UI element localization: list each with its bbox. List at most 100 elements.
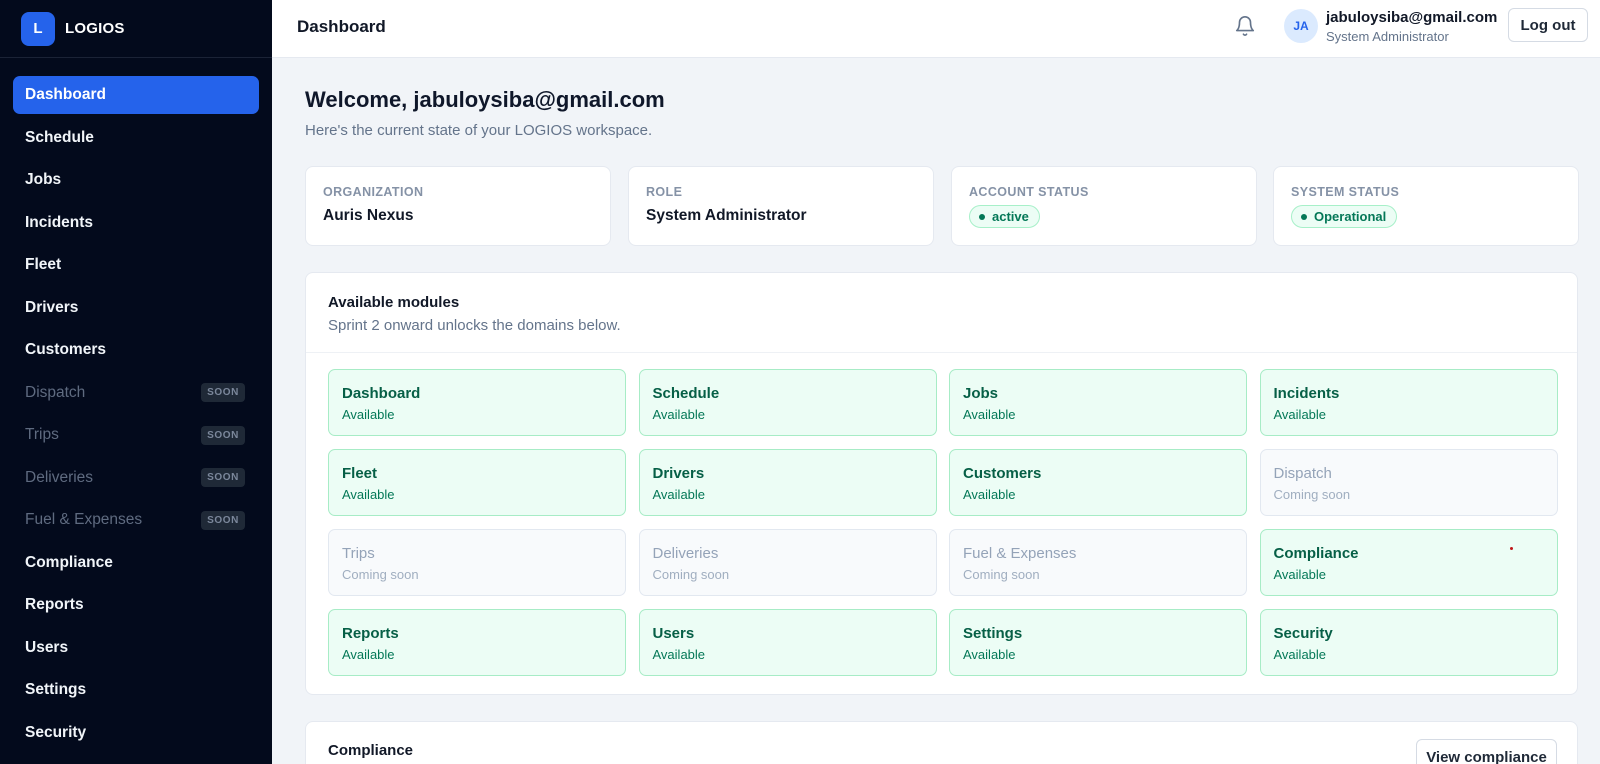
module-card-dispatch: Dispatch Coming soon xyxy=(1259,449,1558,516)
brand[interactable]: L LOGIOS xyxy=(0,0,272,58)
module-name: Deliveries xyxy=(652,545,719,562)
module-card-security[interactable]: Security Available xyxy=(1259,609,1558,676)
user-email: jabuloysiba@gmail.com xyxy=(1326,9,1498,26)
module-name: Fuel & Expenses xyxy=(963,545,1077,562)
sidebar-item-drivers[interactable]: Drivers xyxy=(13,289,259,327)
sidebar-item-label: Trips xyxy=(25,426,59,443)
sidebar: L LOGIOS Dashboard Schedule Jobs Incidents F… xyxy=(0,0,272,764)
user-role: System Administrator xyxy=(1326,29,1449,44)
status-badge: Operational xyxy=(1291,205,1398,228)
module-status: Coming soon xyxy=(1273,487,1351,502)
sidebar-item-label: Fleet xyxy=(25,256,62,273)
sidebar-item-deliveries: Deliveries SOON xyxy=(13,459,259,497)
compliance-panel-title: Compliance xyxy=(328,742,414,759)
welcome-title: Welcome, jabuloysiba@gmail.com xyxy=(305,87,665,112)
sidebar-item-incidents[interactable]: Incidents xyxy=(13,204,259,242)
sidebar-item-label: Reports xyxy=(25,596,84,613)
status-badge: active xyxy=(969,205,1040,228)
module-name: Security xyxy=(1273,625,1333,642)
compliance-panel: Compliance View compliance xyxy=(305,721,1578,764)
sidebar-item-label: Deliveries xyxy=(25,468,94,486)
module-card-jobs[interactable]: Jobs Available xyxy=(949,369,1247,436)
avatar[interactable]: JA xyxy=(1284,9,1318,43)
module-card-schedule[interactable]: Schedule Available xyxy=(638,369,937,436)
sidebar-item-label: Dispatch xyxy=(25,383,86,401)
module-status: Available xyxy=(963,647,1016,662)
module-card-customers[interactable]: Customers Available xyxy=(949,449,1247,516)
module-status: Available xyxy=(1273,407,1327,422)
sidebar-item-customers[interactable]: Customers xyxy=(13,331,259,369)
module-name: Dispatch xyxy=(1273,465,1332,482)
bell-icon[interactable] xyxy=(1234,15,1256,37)
sidebar-item-label: Dashboard xyxy=(25,86,106,103)
sidebar-item-label: Incidents xyxy=(25,213,94,231)
module-status: Available xyxy=(342,647,395,662)
welcome-subtitle: Here's the current state of your LOGIOS … xyxy=(305,122,653,139)
sidebar-item-fleet[interactable]: Fleet xyxy=(13,246,259,284)
sidebar-item-label: Fuel & Expenses xyxy=(25,511,143,528)
sidebar-item-dashboard[interactable]: Dashboard xyxy=(13,76,259,114)
sidebar-item-users[interactable]: Users xyxy=(13,629,259,667)
view-compliance-button[interactable]: View compliance xyxy=(1416,739,1557,764)
module-name: Fleet xyxy=(342,465,378,482)
sidebar-item-compliance[interactable]: Compliance xyxy=(13,544,259,582)
module-name: Settings xyxy=(963,625,1023,642)
module-status: Available xyxy=(963,487,1016,502)
module-status: Coming soon xyxy=(963,567,1040,582)
module-status: Available xyxy=(1273,647,1327,662)
module-name: Customers xyxy=(963,465,1042,482)
sidebar-item-dispatch: Dispatch SOON xyxy=(13,374,259,412)
soon-badge: SOON xyxy=(201,425,245,445)
sidebar-item-label: Settings xyxy=(25,681,87,698)
status-badge-text: active xyxy=(992,209,1029,224)
module-card-reports[interactable]: Reports Available xyxy=(328,609,626,676)
sidebar-item-jobs[interactable]: Jobs xyxy=(13,161,259,199)
modules-panel-header: Available modules Sprint 2 onward unlock… xyxy=(306,273,1577,353)
sidebar-nav: Dashboard Schedule Jobs Incidents Fleet Drive… xyxy=(13,76,259,756)
module-name: Jobs xyxy=(963,385,999,402)
stat-card-account-status: ACCOUNT STATUS active xyxy=(951,166,1257,246)
module-status: Available xyxy=(652,487,706,502)
module-status: Coming soon xyxy=(652,567,730,582)
status-dot-icon xyxy=(1301,213,1307,220)
module-status: Coming soon xyxy=(342,567,419,582)
module-name: Users xyxy=(652,625,695,642)
brand-name: LOGIOS xyxy=(65,20,125,37)
sidebar-item-label: Drivers xyxy=(25,298,79,316)
module-card-fleet[interactable]: Fleet Available xyxy=(328,449,626,516)
stat-card-organization: ORGANIZATION Auris Nexus xyxy=(305,166,611,246)
sidebar-item-fuel-expenses: Fuel & Expenses SOON xyxy=(13,501,259,539)
stat-label: ROLE xyxy=(646,185,683,199)
indicator-dot-icon xyxy=(1509,547,1513,550)
module-card-settings[interactable]: Settings Available xyxy=(949,609,1247,676)
module-status: Available xyxy=(342,487,395,502)
topbar: Dashboard JA jabuloysiba@gmail.com Syste… xyxy=(272,0,1600,58)
module-card-dashboard[interactable]: Dashboard Available xyxy=(328,369,626,436)
module-card-users[interactable]: Users Available xyxy=(638,609,937,676)
module-name: Trips xyxy=(342,545,375,562)
sidebar-item-security[interactable]: Security xyxy=(13,714,259,752)
module-card-incidents[interactable]: Incidents Available xyxy=(1259,369,1558,436)
stat-card-system-status: SYSTEM STATUS Operational xyxy=(1273,166,1579,246)
sidebar-item-reports[interactable]: Reports xyxy=(13,586,259,624)
sidebar-item-label: Customers xyxy=(25,341,106,358)
soon-badge: SOON xyxy=(201,468,245,487)
sidebar-item-schedule[interactable]: Schedule xyxy=(13,119,259,157)
logout-button[interactable]: Log out xyxy=(1508,8,1588,42)
sidebar-item-settings[interactable]: Settings xyxy=(13,671,259,709)
module-status: Available xyxy=(963,407,1016,422)
stat-label: ORGANIZATION xyxy=(323,185,424,199)
modules-panel: Available modules Sprint 2 onward unlock… xyxy=(305,272,1578,695)
module-card-compliance[interactable]: Compliance Available xyxy=(1259,529,1558,596)
module-status: Available xyxy=(652,647,706,662)
module-status: Available xyxy=(652,407,706,422)
modules-grid: Dashboard Available Schedule Available Jobs A… xyxy=(328,369,1558,676)
page-title: Dashboard xyxy=(297,17,386,36)
status-dot-icon xyxy=(979,213,985,220)
module-status: Available xyxy=(1273,567,1327,582)
sidebar-item-trips: Trips SOON xyxy=(13,416,259,454)
sidebar-item-label: Schedule xyxy=(25,128,94,146)
module-card-drivers[interactable]: Drivers Available xyxy=(638,449,937,516)
sidebar-item-label: Jobs xyxy=(25,171,62,188)
module-card-deliveries: Deliveries Coming soon xyxy=(638,529,937,596)
